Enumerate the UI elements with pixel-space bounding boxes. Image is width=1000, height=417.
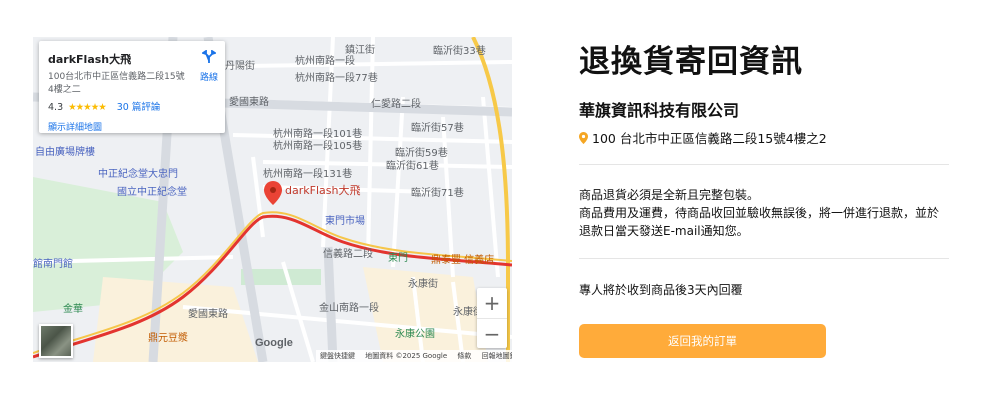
- poi-jinhua[interactable]: 金華: [63, 300, 83, 315]
- place-info-card: darkFlash大飛 100台北市中正區信義路二段15號4樓之二 4.3 ★★…: [39, 41, 225, 133]
- zoom-in-button[interactable]: +: [477, 288, 507, 319]
- divider: [579, 258, 949, 259]
- street-label: 杭州南路一段131巷: [263, 169, 353, 180]
- zoom-controls: + −: [477, 288, 507, 348]
- poi-cks-gate[interactable]: 中正紀念堂大忠門: [98, 165, 178, 180]
- poi-kouyuan[interactable]: 鼎元豆漿: [148, 329, 188, 344]
- poi-dongmen-market[interactable]: 東門市場: [325, 212, 365, 227]
- star-icon: ★★★★★: [68, 102, 107, 113]
- back-to-orders-button[interactable]: 返回我的訂單: [579, 324, 826, 358]
- street-label: 金山南路一段: [319, 303, 379, 314]
- map-data-label: 地圖資料 ©2025 Google: [365, 352, 448, 360]
- street-label: 臨沂街33巷: [433, 46, 486, 57]
- directions-label: 路線: [199, 73, 218, 83]
- poi-yongkang-park[interactable]: 永康公園: [395, 325, 435, 340]
- address-text: 100 台北市中正區信義路二段15號4樓之2: [592, 131, 827, 146]
- street-label: 臨沂街61巷: [386, 161, 439, 172]
- directions-button[interactable]: 路線: [197, 49, 221, 83]
- reply-notice: 專人將於收到商品後3天內回覆: [579, 283, 743, 297]
- street-label: 杭州南路一段77巷: [295, 73, 378, 84]
- street-label: 仁愛路二段: [371, 99, 421, 110]
- place-name: darkFlash大飛: [48, 53, 132, 66]
- satellite-toggle[interactable]: [39, 324, 73, 358]
- google-logo: Google: [255, 337, 293, 349]
- map-marker-label[interactable]: darkFlash大飛: [285, 182, 360, 198]
- place-address: 100台北市中正區信義路二段15號4樓之二: [48, 72, 185, 95]
- note-line: 商品退貨必須是全新且完整包裝。: [579, 188, 760, 202]
- reviews-link[interactable]: 30 篇評論: [117, 102, 161, 113]
- street-label: 信義路二段: [323, 249, 373, 260]
- street-label: 鎮江街: [345, 45, 375, 56]
- keyboard-shortcuts-link[interactable]: 鍵盤快捷鍵: [320, 352, 355, 360]
- street-label: 杭州南路一段105巷: [273, 141, 363, 152]
- poi-dongmen-station[interactable]: 東門: [388, 249, 408, 264]
- directions-icon: [200, 49, 218, 63]
- street-label: 丹陽街: [225, 61, 255, 72]
- map-attribution: 鍵盤快捷鍵 地圖資料 ©2025 Google 條款 回報地圖錯誤: [316, 350, 512, 362]
- zoom-out-button[interactable]: −: [477, 319, 507, 349]
- poi-liberty-square[interactable]: 自由廣場牌樓: [35, 143, 95, 158]
- street-label: 臨沂街71巷: [411, 188, 464, 199]
- report-error-link[interactable]: 回報地圖錯誤: [482, 352, 512, 360]
- map-embed[interactable]: 杭州南路一段 鎮江街 臨沂街33巷 杭州南路一段77巷 丹陽街 愛國東路 仁愛路…: [33, 37, 512, 362]
- poi-dintaifung[interactable]: 鼎泰豐 信義店: [431, 251, 494, 266]
- rating-value: 4.3: [48, 102, 64, 113]
- return-address: 100 台北市中正區信義路二段15號4樓之2: [579, 128, 827, 147]
- page-title: 退換貨寄回資訊: [579, 44, 803, 80]
- company-name: 華旗資訊科技有限公司: [579, 101, 740, 120]
- terms-link[interactable]: 條款: [457, 352, 471, 360]
- view-larger-map-link[interactable]: 顯示詳細地圖: [48, 120, 102, 133]
- poi-cks-hall[interactable]: 國立中正紀念堂: [117, 183, 187, 198]
- place-rating: 4.3 ★★★★★ 30 篇評論: [48, 99, 160, 113]
- poi-nanmen[interactable]: 館南門館: [33, 255, 73, 270]
- street-label: 愛國東路: [188, 309, 228, 320]
- return-notes: 商品退貨必須是全新且完整包裝。 商品費用及運費，待商品收回並驗收無誤後，將一併進…: [579, 186, 959, 240]
- note-line: 退款日當天發送E-mail通知您。: [579, 224, 749, 238]
- street-label: 臨沂街57巷: [411, 123, 464, 134]
- street-label: 永康街: [408, 279, 438, 290]
- location-pin-icon: [579, 132, 588, 144]
- street-label: 愛國東路: [229, 97, 269, 108]
- divider: [579, 164, 949, 165]
- note-line: 商品費用及運費，待商品收回並驗收無誤後，將一併進行退款，並於: [579, 206, 940, 220]
